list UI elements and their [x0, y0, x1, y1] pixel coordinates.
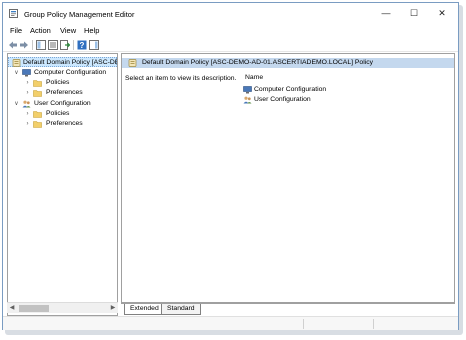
tree-horizontal-scrollbar[interactable]: ◀ ▶ — [7, 302, 118, 313]
tree-item-computer-policies[interactable]: › Policies — [8, 78, 117, 88]
list-item-computer-configuration[interactable]: Computer Configuration — [243, 85, 363, 95]
computer-icon — [243, 86, 252, 94]
toolbar-separator — [32, 40, 33, 50]
export-list-icon[interactable] — [60, 40, 70, 50]
folder-icon — [33, 80, 42, 87]
tree-label-user-policies: Policies — [46, 110, 70, 117]
computer-icon — [22, 69, 31, 77]
collapsed-chevron-icon[interactable]: › — [24, 78, 31, 88]
view-tabs: Extended Standard — [121, 303, 455, 315]
menu-view[interactable]: View — [60, 26, 76, 35]
group-policy-app-icon — [9, 9, 18, 18]
tree-label-user-preferences: Preferences — [46, 120, 83, 127]
users-icon — [243, 96, 252, 104]
details-header-title: Default Domain Policy [ASC-DEMO-AD-01.AS… — [142, 59, 374, 66]
tree-item-computer-preferences[interactable]: › Preferences — [8, 88, 117, 98]
help-icon[interactable]: ? — [77, 40, 87, 50]
app-window: Group Policy Management Editor — ☐ ✕ Fil… — [2, 2, 459, 330]
details-header: Default Domain Policy [ASC-DEMO-AD-01.AS… — [122, 58, 454, 68]
list-label-user-configuration: User Configuration — [254, 96, 311, 103]
status-panel — [373, 319, 453, 329]
menu-action[interactable]: Action — [30, 26, 51, 35]
folder-icon — [33, 90, 42, 97]
expanded-chevron-icon[interactable]: ∨ — [13, 68, 20, 78]
tree-label-computer-configuration: Computer Configuration — [34, 69, 107, 76]
expanded-chevron-icon[interactable]: ∨ — [13, 99, 20, 109]
tree-item-user-preferences[interactable]: › Preferences — [8, 119, 117, 129]
list-label-computer-configuration: Computer Configuration — [254, 86, 327, 93]
tree-item-user-configuration[interactable]: ∨ User Configuration — [8, 99, 117, 109]
tab-extended[interactable]: Extended — [124, 304, 165, 315]
toolbar-separator — [73, 40, 74, 50]
show-hide-tree-icon[interactable] — [36, 40, 46, 50]
svg-text:?: ? — [80, 41, 85, 50]
back-icon[interactable] — [8, 40, 18, 50]
name-column-header[interactable]: Name — [245, 74, 263, 81]
toolbar: ? — [3, 38, 458, 52]
policy-scroll-icon — [12, 59, 21, 67]
window-title: Group Policy Management Editor — [24, 10, 135, 19]
status-bar — [3, 316, 458, 330]
tree-item-root[interactable]: Default Domain Policy [ASC-DE — [8, 57, 117, 67]
scroll-left-icon[interactable]: ◀ — [7, 303, 17, 314]
folder-icon — [33, 121, 42, 128]
tree-label-user-configuration: User Configuration — [34, 100, 91, 107]
list-item-user-configuration[interactable]: User Configuration — [243, 95, 363, 105]
collapsed-chevron-icon[interactable]: › — [24, 88, 31, 98]
forward-icon[interactable] — [19, 40, 29, 50]
folder-icon — [33, 111, 42, 118]
properties-icon[interactable] — [48, 40, 58, 50]
description-text: Select an item to view its description. — [125, 75, 237, 82]
tree-item-user-policies[interactable]: › Policies — [8, 109, 117, 119]
close-button[interactable]: ✕ — [428, 5, 456, 21]
title-bar[interactable]: Group Policy Management Editor — ☐ ✕ — [3, 3, 458, 23]
menu-help[interactable]: Help — [84, 26, 99, 35]
menu-file[interactable]: File — [10, 26, 22, 35]
menu-bar: File Action View Help — [3, 23, 458, 37]
console-tree[interactable]: Default Domain Policy [ASC-DE ∨ Computer… — [7, 53, 118, 316]
status-panel — [303, 319, 373, 329]
scroll-right-icon[interactable]: ▶ — [108, 303, 118, 314]
show-hide-action-pane-icon[interactable] — [89, 40, 99, 50]
scroll-thumb[interactable] — [19, 305, 49, 312]
tree-label-computer-policies: Policies — [46, 79, 70, 86]
collapsed-chevron-icon[interactable]: › — [24, 109, 31, 119]
tree-label-root: Default Domain Policy [ASC-DE — [23, 59, 118, 66]
collapsed-chevron-icon[interactable]: › — [24, 119, 31, 129]
minimize-button[interactable]: — — [372, 5, 400, 21]
details-pane: Default Domain Policy [ASC-DEMO-AD-01.AS… — [121, 53, 455, 303]
tab-standard[interactable]: Standard — [161, 304, 201, 315]
maximize-button[interactable]: ☐ — [400, 5, 428, 21]
tree-label-computer-preferences: Preferences — [46, 89, 83, 96]
tree-item-computer-configuration[interactable]: ∨ Computer Configuration — [8, 68, 117, 78]
screenshot-frame: Group Policy Management Editor — ☐ ✕ Fil… — [0, 0, 466, 340]
users-icon — [22, 100, 31, 108]
policy-scroll-icon — [128, 59, 137, 67]
